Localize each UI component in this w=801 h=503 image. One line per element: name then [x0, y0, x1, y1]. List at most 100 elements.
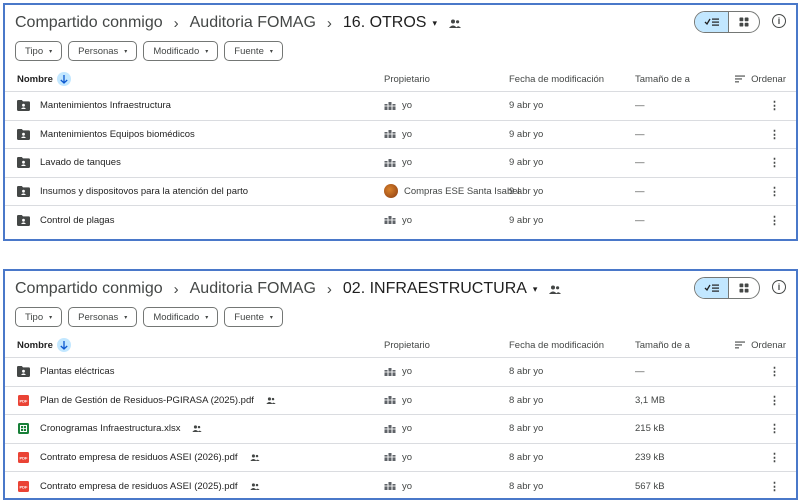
shared-folder-icon: [17, 156, 30, 169]
breadcrumb-root[interactable]: Compartido conmigo: [15, 14, 163, 32]
column-name-header[interactable]: Nombre: [17, 72, 71, 86]
filter-chip-personas[interactable]: Personas ▾: [68, 307, 138, 327]
column-modified-header[interactable]: Fecha de modificación: [509, 74, 604, 85]
filter-chip-label: Fuente: [234, 45, 264, 57]
filter-chip-fuente[interactable]: Fuente ▾: [224, 41, 283, 61]
table-row[interactable]: PDF Plan de Gestión de Residuos-PGIRASA (…: [5, 387, 796, 415]
breadcrumb-current[interactable]: 02. INFRAESTRUCTURA: [343, 280, 527, 298]
table-row[interactable]: Insumos y dispositovos para la atención …: [5, 178, 796, 206]
owner-name: yo: [402, 366, 413, 378]
info-icon[interactable]: i: [772, 280, 786, 294]
caret-down-icon: ▾: [124, 48, 128, 55]
column-name-header[interactable]: Nombre: [17, 338, 71, 352]
table-row[interactable]: Control de plagas yo 9 abr yo — ⋮: [5, 206, 796, 235]
caret-down-icon: ▾: [49, 48, 53, 55]
owner-name: yo: [402, 480, 413, 492]
owner-cell: yo: [384, 215, 412, 226]
breadcrumb-parent[interactable]: Auditoria FOMAG: [190, 14, 316, 32]
caret-down-icon: ▾: [205, 314, 209, 321]
file-name[interactable]: Plan de Gestión de Residuos-PGIRASA (202…: [40, 395, 254, 406]
breadcrumb-root[interactable]: Compartido conmigo: [15, 280, 163, 298]
sort-lines-icon: [735, 341, 746, 349]
table-row[interactable]: PDF Contrato empresa de residuos ASEI (20…: [5, 472, 796, 501]
caret-down-icon: ▾: [124, 314, 128, 321]
modified-date: 9 abr yo: [509, 100, 544, 112]
caret-down-icon: ▾: [269, 314, 273, 321]
filter-chip-label: Fuente: [234, 311, 264, 323]
filter-chip-tipo[interactable]: Tipo ▾: [15, 41, 63, 61]
file-name-cell: PDF Contrato empresa de residuos ASEI (20…: [17, 451, 260, 464]
sort-arrow-down-icon[interactable]: [56, 338, 71, 352]
table-row[interactable]: Mantenimientos Infraestructura yo 9 abr yo…: [5, 92, 796, 121]
pdf-file-icon: PDF: [17, 394, 30, 407]
modified-date: 9 abr yo: [509, 128, 544, 140]
more-actions-icon[interactable]: ⋮: [769, 365, 780, 378]
more-actions-icon[interactable]: ⋮: [769, 185, 780, 198]
breadcrumb-current[interactable]: 16. OTROS: [343, 14, 427, 32]
more-actions-icon[interactable]: ⋮: [769, 128, 780, 141]
filter-chip-fuente[interactable]: Fuente ▾: [224, 307, 283, 327]
shared-folder-icon: [17, 214, 30, 227]
table-row[interactable]: Lavado de tanques yo 9 abr yo — ⋮: [5, 149, 796, 178]
column-size-header[interactable]: Tamaño de a: [635, 74, 690, 85]
more-actions-icon[interactable]: ⋮: [769, 99, 780, 112]
table-row[interactable]: Plantas eléctricas yo 8 abr yo — ⋮: [5, 358, 796, 387]
column-modified-header[interactable]: Fecha de modificación: [509, 340, 604, 351]
table-row[interactable]: Cronogramas Infraestructura.xlsx yo 8 abr …: [5, 415, 796, 444]
file-name[interactable]: Cronogramas Infraestructura.xlsx: [40, 423, 180, 434]
file-size: —: [635, 185, 645, 197]
file-name[interactable]: Contrato empresa de residuos ASEI (2026)…: [40, 452, 238, 463]
sort-arrow-down-icon[interactable]: [56, 72, 71, 86]
drive-panel-otros: Compartido conmigo › Auditoria FOMAG › 1…: [3, 3, 798, 241]
breadcrumb-parent[interactable]: Auditoria FOMAG: [190, 280, 316, 298]
table-row[interactable]: Mantenimientos Equipos biomédicos yo 9 abr…: [5, 121, 796, 149]
list-view-button[interactable]: [695, 12, 729, 32]
svg-text:PDF: PDF: [20, 455, 29, 460]
sort-button[interactable]: Ordenar: [735, 74, 786, 85]
file-size: 567 kB: [635, 480, 665, 492]
info-icon[interactable]: i: [772, 14, 786, 28]
filter-chip-modificado[interactable]: Modificado ▾: [143, 41, 219, 61]
caret-down-icon[interactable]: ▾: [432, 18, 437, 29]
caret-down-icon[interactable]: ▾: [533, 284, 538, 295]
grid-view-button[interactable]: [729, 12, 759, 32]
owner-name: yo: [402, 423, 413, 435]
modified-date: 9 abr yo: [509, 157, 544, 169]
more-actions-icon[interactable]: ⋮: [769, 394, 780, 407]
more-actions-icon[interactable]: ⋮: [769, 214, 780, 227]
file-name[interactable]: Mantenimientos Infraestructura: [40, 100, 171, 111]
organization-icon: [384, 158, 396, 167]
organization-icon: [384, 453, 396, 462]
owner-name: yo: [402, 128, 413, 140]
filter-chip-label: Personas: [78, 45, 119, 57]
file-name[interactable]: Control de plagas: [40, 215, 114, 226]
more-actions-icon[interactable]: ⋮: [769, 156, 780, 169]
more-actions-icon[interactable]: ⋮: [769, 451, 780, 464]
owner-name: yo: [402, 157, 413, 169]
grid-icon: [739, 17, 749, 27]
filter-chip-personas[interactable]: Personas ▾: [68, 41, 138, 61]
file-name[interactable]: Mantenimientos Equipos biomédicos: [40, 129, 195, 140]
grid-view-button[interactable]: [729, 278, 759, 298]
filter-chip-modificado[interactable]: Modificado ▾: [143, 307, 219, 327]
filter-bar: Tipo ▾ Personas ▾ Modificado ▾ Fuente ▾: [15, 41, 283, 61]
file-name[interactable]: Insumos y dispositovos para la atención …: [40, 186, 248, 197]
shared-folder-icon: [449, 19, 461, 28]
svg-text:PDF: PDF: [20, 398, 29, 403]
shared-people-icon: [266, 397, 276, 404]
sort-button[interactable]: Ordenar: [735, 340, 786, 351]
file-name[interactable]: Contrato empresa de residuos ASEI (2025)…: [40, 481, 238, 492]
breadcrumb: Compartido conmigo › Auditoria FOMAG › 1…: [15, 11, 461, 35]
owner-cell: yo: [384, 423, 412, 434]
table-row[interactable]: PDF Contrato empresa de residuos ASEI (20…: [5, 444, 796, 472]
more-actions-icon[interactable]: ⋮: [769, 480, 780, 493]
file-name[interactable]: Lavado de tanques: [40, 157, 121, 168]
file-name-cell: Insumos y dispositovos para la atención …: [17, 185, 248, 198]
owner-name: Compras ESE Santa Isabel: [404, 185, 520, 197]
modified-date: 8 abr yo: [509, 394, 544, 406]
column-size-header[interactable]: Tamaño de a: [635, 340, 690, 351]
filter-chip-tipo[interactable]: Tipo ▾: [15, 307, 63, 327]
list-view-button[interactable]: [695, 278, 729, 298]
more-actions-icon[interactable]: ⋮: [769, 422, 780, 435]
file-name[interactable]: Plantas eléctricas: [40, 366, 114, 377]
